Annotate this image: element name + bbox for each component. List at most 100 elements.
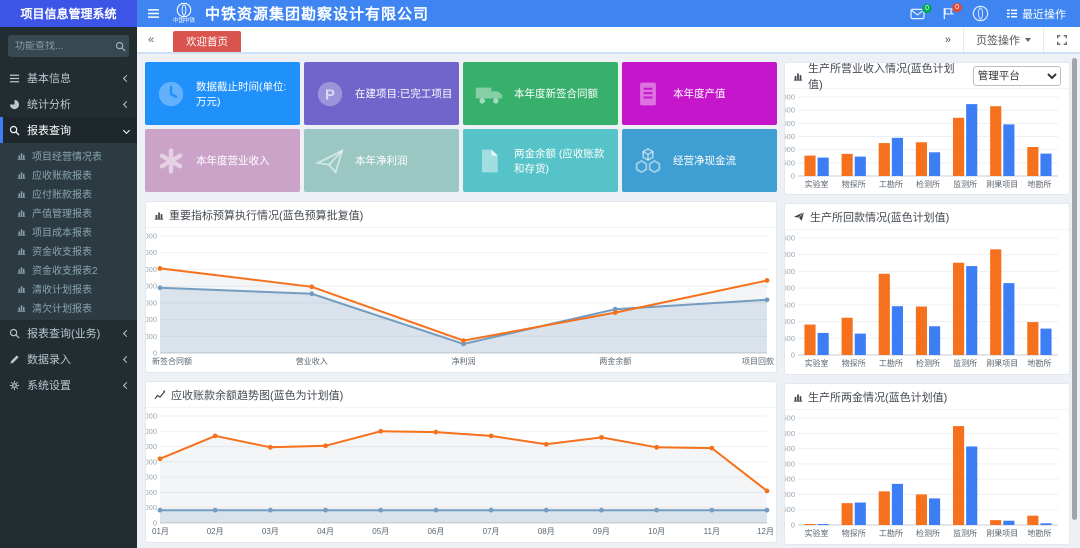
stat-card[interactable]: 本年度营业收入 xyxy=(145,129,300,192)
svg-text:2000: 2000 xyxy=(146,488,157,497)
sidebar-group-4[interactable]: 数据录入 xyxy=(0,346,137,372)
bars-icon xyxy=(8,73,20,84)
top-header: 中国中铁 中铁资源集团勘察设计有限公司 0 0 最近操作 xyxy=(137,0,1080,27)
sidebar-subitem-label: 清收计划报表 xyxy=(32,281,92,296)
document-icon xyxy=(632,80,664,108)
flag-badge: 0 xyxy=(952,3,962,12)
sidebar-group-0[interactable]: 基本信息 xyxy=(0,65,137,91)
svg-text:监测所: 监测所 xyxy=(953,179,977,189)
svg-text:3500: 3500 xyxy=(785,414,795,423)
sidebar-submenu: 项目经营情况表应收账款报表应付账款报表产值管理报表项目成本报表资金收支报表资金收… xyxy=(0,143,137,320)
sidebar: 项目信息管理系统 基本信息 统计分析 报表查询 项目经营情况表应收账款报表应付账… xyxy=(0,0,137,548)
stat-card[interactable]: 本年度新签合同额 xyxy=(463,62,618,125)
sidebar-subitem[interactable]: 应收账款报表 xyxy=(0,165,137,184)
receivable-trend-chart: 0100020003000400050006000700001月02月03月04… xyxy=(146,408,776,543)
platform-select[interactable]: 管理平台 xyxy=(973,66,1061,86)
sidebar-subitem[interactable]: 清收计划报表 xyxy=(0,279,137,298)
trend-line-icon xyxy=(154,390,166,400)
sidebar-subitem[interactable]: 清欠计划报表 xyxy=(0,298,137,317)
recent-operations-label: 最近操作 xyxy=(1022,6,1066,22)
chevron-left-icon xyxy=(123,355,130,362)
svg-text:07月: 07月 xyxy=(483,527,500,536)
svg-text:10000: 10000 xyxy=(146,315,157,324)
panel-title: 生产所两金情况(蓝色计划值) xyxy=(808,389,947,405)
fullscreen-button[interactable] xyxy=(1043,27,1080,52)
stat-card-label: 两金余额 (应收账款和存货) xyxy=(514,146,618,176)
content-scrollbar[interactable] xyxy=(1071,57,1078,543)
sidebar-subitem-label: 应付账款报表 xyxy=(32,186,92,201)
tab-welcome-home[interactable]: 欢迎首页 xyxy=(173,31,241,52)
svg-text:地勘所: 地勘所 xyxy=(1027,358,1051,368)
sidebar-subitem-label: 资金收支报表 xyxy=(32,243,92,258)
stat-card[interactable]: 两金余额 (应收账款和存货) xyxy=(463,129,618,192)
sidebar-subitem-label: 产值管理报表 xyxy=(32,205,92,220)
tab-operations-dropdown[interactable]: 页签操作 xyxy=(963,27,1043,52)
sidebar-subitem[interactable]: 应付账款报表 xyxy=(0,184,137,203)
tabs-scroll-left-button[interactable]: « xyxy=(137,27,165,52)
scrollbar-thumb[interactable] xyxy=(1072,58,1077,520)
sidebar-group-2[interactable]: 报表查询 xyxy=(0,117,137,143)
sidebar-subitem[interactable]: 产值管理报表 xyxy=(0,203,137,222)
hamburger-menu-icon[interactable] xyxy=(137,8,169,19)
svg-text:12月: 12月 xyxy=(757,527,774,536)
chevron-down-icon xyxy=(1025,38,1031,42)
search-input[interactable] xyxy=(8,41,111,52)
tab-operations-label: 页签操作 xyxy=(976,32,1020,48)
stat-card[interactable]: 本年度产值 xyxy=(622,62,777,125)
sidebar-group-label: 基本信息 xyxy=(27,70,117,86)
stat-card[interactable]: P 在建项目:已完工项目 xyxy=(304,62,459,125)
svg-text:工勘所: 工勘所 xyxy=(879,528,903,538)
sidebar-group-1[interactable]: 统计分析 xyxy=(0,91,137,117)
bar-chart-icon xyxy=(17,189,26,198)
sidebar-subitem[interactable]: 项目经营情况表 xyxy=(0,146,137,165)
svg-text:刚果项目: 刚果项目 xyxy=(986,529,1018,538)
truck-icon xyxy=(473,81,505,107)
sidebar-subitem[interactable]: 项目成本报表 xyxy=(0,222,137,241)
clock-icon xyxy=(155,79,187,109)
flag-icon[interactable]: 0 xyxy=(942,7,955,20)
chevron-left-icon xyxy=(123,329,130,336)
svg-text:刚果项目: 刚果项目 xyxy=(986,359,1018,368)
left-column: 数据截止时间(单位: 万元) P 在建项目:已完工项目 本年度新签合同额 本年度… xyxy=(145,62,777,540)
sidebar-subitem[interactable]: 资金收支报表2 xyxy=(0,260,137,279)
mail-badge: 0 xyxy=(922,4,932,13)
panel-budget-execution: 重要指标预算执行情况(蓝色预算批复值) 05000100001500020000… xyxy=(145,201,777,373)
svg-text:7000: 7000 xyxy=(146,412,157,421)
company-name: 中铁资源集团勘察设计有限公司 xyxy=(205,3,429,24)
svg-text:25000: 25000 xyxy=(146,265,157,274)
svg-text:两金余额: 两金余额 xyxy=(599,356,631,366)
sidebar-group-5[interactable]: 系统设置 xyxy=(0,372,137,398)
svg-text:10月: 10月 xyxy=(648,527,665,536)
sidebar-subitem[interactable]: 资金收支报表 xyxy=(0,241,137,260)
pencil-icon xyxy=(8,354,20,365)
bar-chart-icon xyxy=(17,151,26,160)
panel-header: 生产所营业收入情况(蓝色计划值) 管理平台 xyxy=(785,63,1069,89)
stat-card[interactable]: 数据截止时间(单位: 万元) xyxy=(145,62,300,125)
company-logo: 中国中铁 xyxy=(173,2,195,25)
emblem-icon[interactable] xyxy=(972,5,989,22)
panel-header: 重要指标预算执行情况(蓝色预算批复值) xyxy=(146,202,776,228)
sidebar-group-3[interactable]: 报表查询(业务) xyxy=(0,320,137,346)
svg-text:工勘所: 工勘所 xyxy=(879,358,903,368)
asterisk-icon xyxy=(155,147,187,175)
svg-text:15000: 15000 xyxy=(146,298,157,307)
bar-chart-icon xyxy=(793,71,803,81)
stat-card-label: 本年度产值 xyxy=(673,86,730,101)
bar-chart-icon xyxy=(17,303,26,312)
svg-text:04月: 04月 xyxy=(317,527,334,536)
mail-icon[interactable]: 0 xyxy=(910,8,925,20)
svg-text:1500: 1500 xyxy=(785,132,795,141)
panel-production-payback: 生产所回款情况(蓝色计划值) 0500100015002000250030003… xyxy=(784,203,1070,375)
app-title: 项目信息管理系统 xyxy=(0,0,137,27)
recent-operations-button[interactable]: 最近操作 xyxy=(1006,6,1066,22)
svg-text:30000: 30000 xyxy=(146,248,157,257)
stat-card-label: 本年净利润 xyxy=(355,153,412,168)
stat-card[interactable]: 本年净利润 xyxy=(304,129,459,192)
svg-text:11月: 11月 xyxy=(704,527,720,536)
list-icon xyxy=(1006,8,1018,19)
bar-chart-icon xyxy=(17,227,26,236)
stat-card[interactable]: 经营净现金流 xyxy=(622,129,777,192)
search-icon[interactable] xyxy=(111,41,129,52)
tabs-scroll-right-button[interactable]: » xyxy=(933,27,963,52)
production-twofunds-chart: 0500100015002000250030003500实验室物探所工勘所检测所… xyxy=(785,410,1069,545)
